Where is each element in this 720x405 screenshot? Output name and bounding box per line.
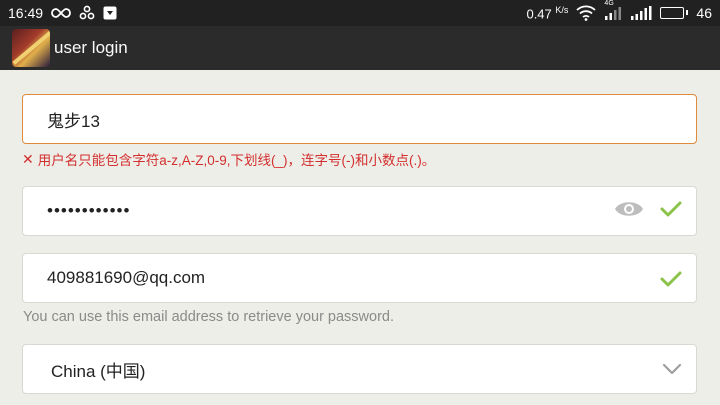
download-icon [103, 6, 117, 20]
signal-icon: 4G [604, 0, 622, 20]
username-error-text: 用户名只能包含字符a-z,A-Z,0-9,下划线(_)，连字号(-)和小数点(.… [37, 153, 436, 168]
battery-icon [660, 6, 689, 19]
chevron-down-icon[interactable] [662, 359, 682, 380]
status-bar: 16:49 0.47 K/s 4G 46 [0, 0, 720, 26]
network-speed: 0.47 K/s [526, 4, 569, 22]
page-title: user login [54, 38, 128, 57]
check-icon [660, 200, 682, 223]
app-bar: user login [0, 26, 720, 70]
network-type-label: 4G [604, 0, 614, 7]
email-hint: You can use this email address to retrie… [23, 309, 395, 325]
country-value: China (中国) [51, 361, 146, 381]
country-select[interactable]: China (中国) [22, 344, 697, 394]
share-icon [79, 5, 95, 21]
infinity-icon [51, 7, 71, 19]
username-value: 鬼步13 [47, 111, 100, 131]
battery-percent: 46 [696, 4, 712, 21]
email-value: 409881690@qq.com [47, 268, 206, 287]
signal-icon-2 [630, 5, 652, 20]
username-field[interactable]: 鬼步13 [22, 94, 697, 144]
app-logo [12, 29, 50, 67]
status-time: 16:49 [8, 5, 44, 21]
check-icon [660, 264, 682, 293]
password-value: •••••••••••• [47, 201, 131, 220]
error-icon: ✕ [22, 150, 34, 167]
password-field[interactable]: •••••••••••• [22, 186, 697, 236]
email-field[interactable]: 409881690@qq.com [22, 253, 697, 303]
username-error: ✕ 用户名只能包含字符a-z,A-Z,0-9,下划线(_)，连字号(-)和小数点… [22, 150, 436, 169]
eye-icon[interactable] [614, 199, 644, 224]
wifi-icon [576, 5, 597, 21]
